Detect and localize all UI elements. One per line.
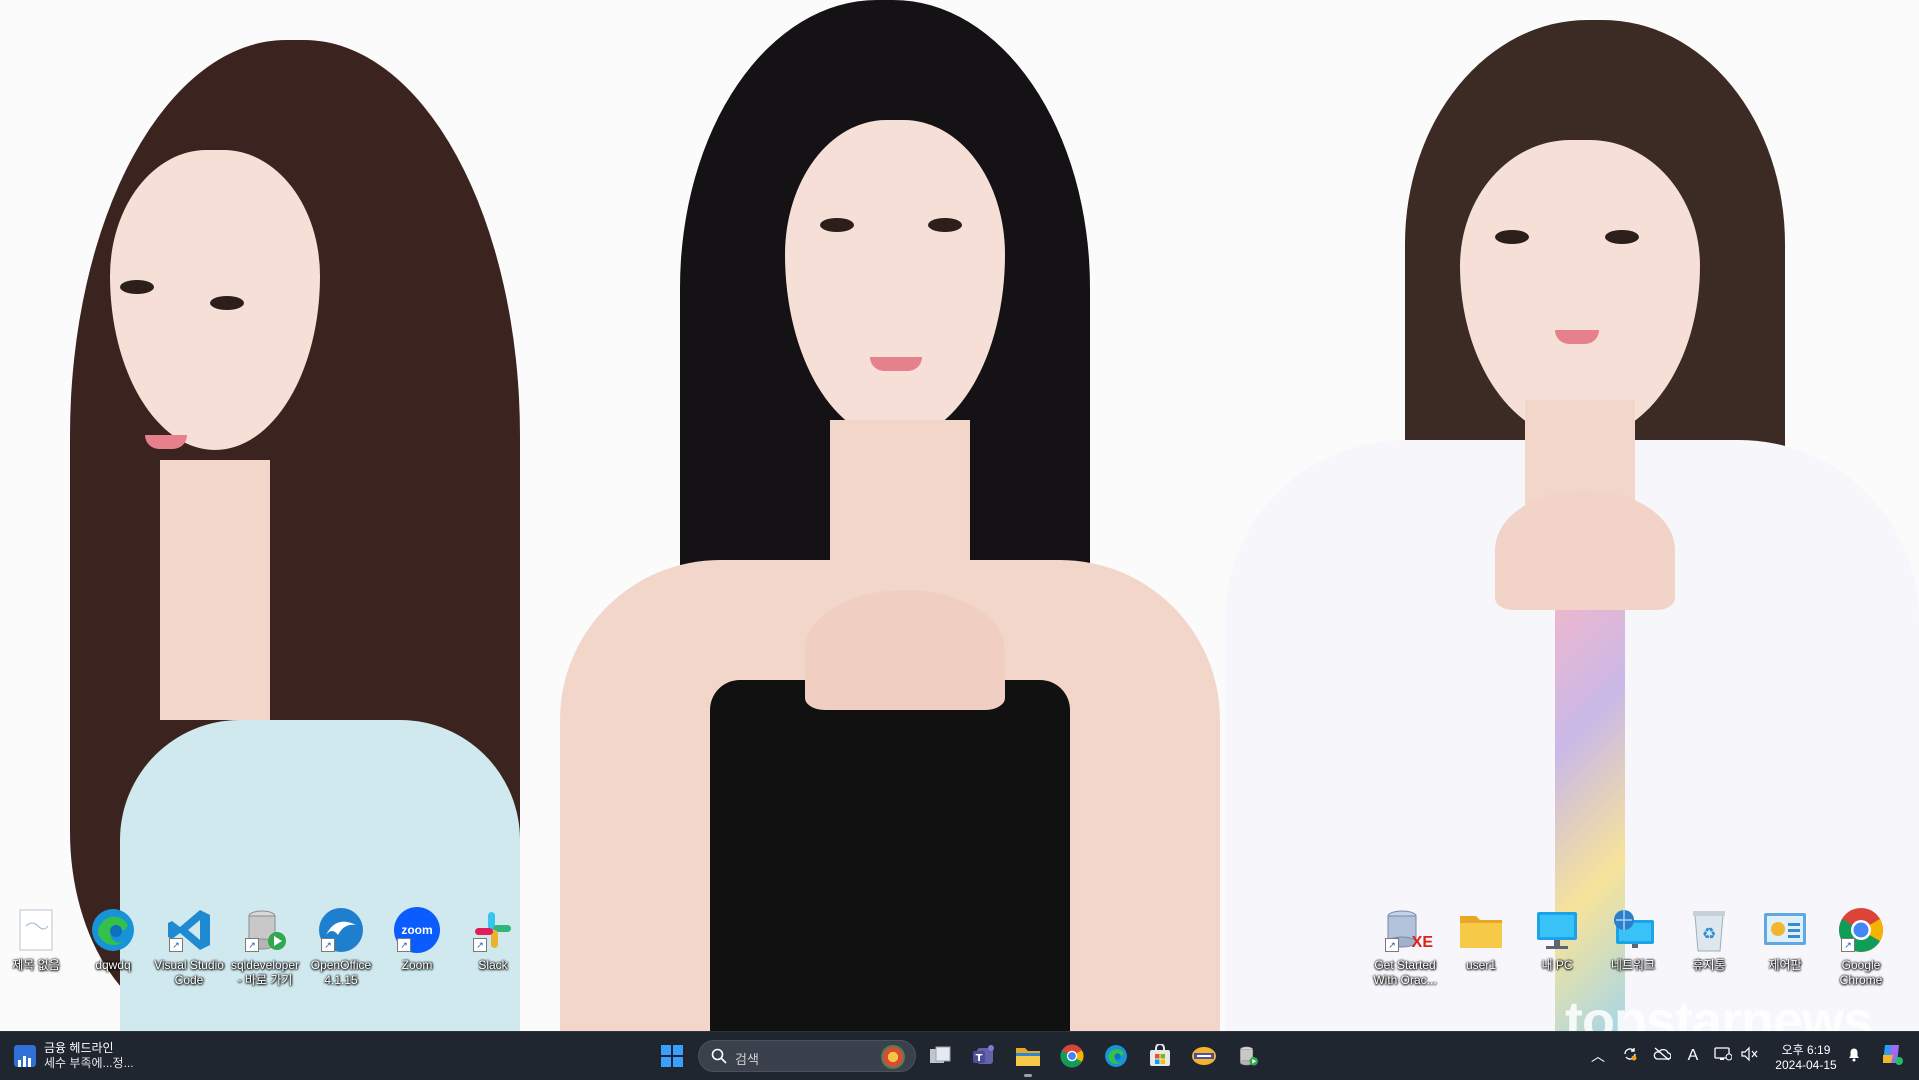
desktop-icon-google-chrome[interactable]: ↗ Google Chrome (1825, 906, 1897, 988)
news-widget-icon (14, 1045, 36, 1067)
desktop-icon-oracle-xe[interactable]: XE ↗ Get Started With Orac... (1369, 906, 1441, 988)
onedrive-cloud-icon[interactable] (1653, 1047, 1672, 1066)
edge-icon[interactable] (1096, 1036, 1136, 1076)
chrome-icon: ↗ (1837, 906, 1885, 954)
control-panel-icon (1761, 906, 1809, 954)
vscode-icon: ↗ (165, 906, 213, 954)
wallpaper-figure-center (560, 0, 1220, 1031)
running-indicator (1024, 1074, 1032, 1077)
desktop-icon-network[interactable]: 네트워크 (1597, 906, 1669, 973)
search-highlight-icon (881, 1045, 905, 1069)
news-widget[interactable]: 금융 헤드라인 세수 부족에...정... (14, 1032, 174, 1080)
shortcut-arrow-icon: ↗ (473, 938, 487, 952)
svg-text:T: T (976, 1053, 983, 1064)
terminal-app-icon[interactable] (1184, 1036, 1224, 1076)
desktop[interactable]: topstarnews 제목 없음 dqwdq ↗ Visual Studio … (0, 0, 1919, 1031)
desktop-icon-openoffice[interactable]: ↗ OpenOffice 4.1.15 (305, 906, 377, 988)
slack-icon: ↗ (469, 906, 517, 954)
desktop-icon-recycle-bin[interactable]: ♻ 휴지통 (1673, 906, 1745, 973)
desktop-icon-user1[interactable]: user1 (1445, 906, 1517, 973)
shortcut-arrow-icon: ↗ (1385, 938, 1399, 952)
clock-date: 2024-04-15 (1775, 1057, 1837, 1072)
news-title: 금융 헤드라인 (44, 1041, 114, 1055)
wallpaper-watermark: topstarnews (1565, 991, 1873, 1031)
search-input[interactable]: 검색 (698, 1040, 916, 1072)
microsoft-store-icon[interactable] (1140, 1036, 1180, 1076)
ime-indicator[interactable]: A (1688, 1047, 1699, 1065)
zoom-icon: zoom ↗ (393, 906, 441, 954)
desktop-icon-zoom[interactable]: zoom ↗ Zoom (381, 906, 453, 973)
volume-muted-icon[interactable] (1740, 1046, 1758, 1067)
shortcut-arrow-icon: ↗ (169, 938, 183, 952)
wallpaper-figure-left (30, 30, 550, 1031)
folder-icon (1457, 906, 1505, 954)
svg-text:♻: ♻ (1702, 924, 1716, 943)
copilot-icon[interactable] (1879, 1041, 1905, 1072)
teams-icon[interactable]: T (964, 1036, 1004, 1076)
openoffice-icon: ↗ (317, 906, 365, 954)
chrome-icon[interactable] (1052, 1036, 1092, 1076)
shortcut-arrow-icon: ↗ (1841, 938, 1855, 952)
chevron-up-icon[interactable]: ︿ (1591, 1046, 1605, 1066)
file-explorer-icon[interactable] (1008, 1036, 1048, 1076)
notification-bell-icon[interactable] (1847, 1046, 1861, 1067)
desktop-icon-vscode[interactable]: ↗ Visual Studio Code (153, 906, 225, 988)
wallpaper-figure-right: topstarnews (1225, 20, 1919, 1031)
desktop-icon-this-pc[interactable]: 내 PC (1521, 906, 1593, 973)
desktop-icon-sqldeveloper[interactable]: ↗ sqldeveloper - 바로 가기 (229, 906, 301, 988)
oracle-xe-icon: XE ↗ (1381, 906, 1433, 954)
recycle-bin-icon: ♻ (1685, 906, 1733, 954)
this-pc-icon (1533, 906, 1581, 954)
shortcut-arrow-icon: ↗ (321, 938, 335, 952)
sqldeveloper-icon[interactable] (1228, 1036, 1268, 1076)
news-subtitle: 세수 부족에...정... (44, 1056, 134, 1070)
task-view-icon[interactable] (920, 1036, 960, 1076)
desktop-icon-control-panel[interactable]: 제어판 (1749, 906, 1821, 973)
windows-start-icon[interactable] (652, 1036, 692, 1076)
search-placeholder: 검색 (735, 1052, 759, 1067)
network-icon (1609, 906, 1657, 954)
blank-document-icon (12, 906, 60, 954)
shortcut-arrow-icon: ↗ (397, 938, 411, 952)
search-icon (711, 1048, 727, 1069)
sync-icon[interactable] (1622, 1046, 1638, 1067)
sqldeveloper-icon: ↗ (241, 906, 289, 954)
desktop-icon-dqwdq[interactable]: dqwdq (77, 906, 149, 973)
taskbar: 금융 헤드라인 세수 부족에...정... 검색 T ︿ A 오후 6:19 2… (0, 1031, 1919, 1080)
desktop-icon-slack[interactable]: ↗ Slack (457, 906, 529, 973)
shortcut-arrow-icon: ↗ (245, 938, 259, 952)
network-status-icon[interactable] (1714, 1046, 1733, 1067)
clock[interactable]: 오후 6:19 2024-04-15 (1766, 1032, 1846, 1080)
edge-icon (89, 906, 137, 954)
clock-time: 오후 6:19 (1781, 1042, 1831, 1057)
desktop-icon-untitled[interactable]: 제목 없음 (0, 906, 72, 973)
